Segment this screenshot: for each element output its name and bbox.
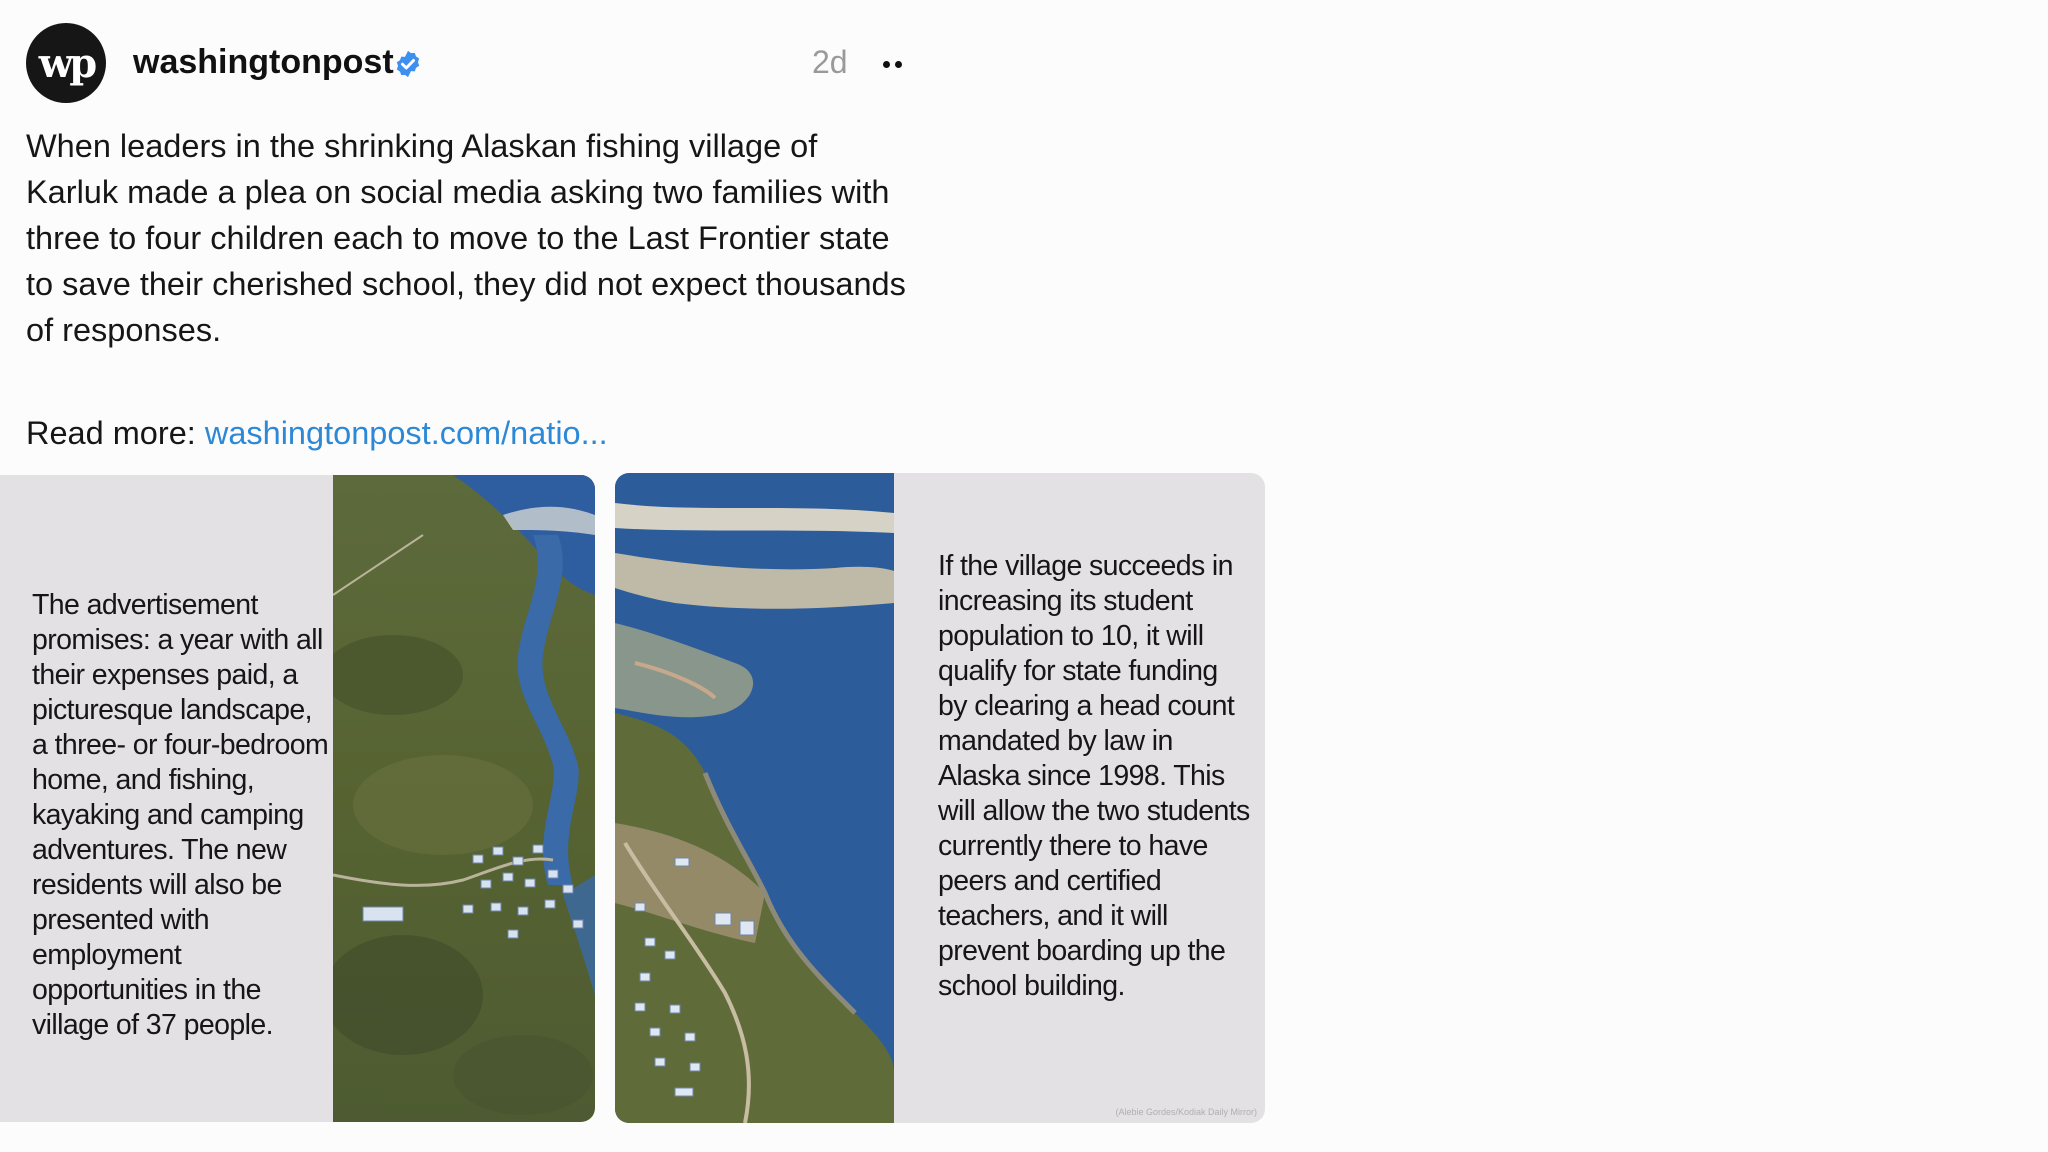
more-options-icon[interactable] [878, 50, 906, 78]
aerial-lagoon-photo [615, 473, 894, 1123]
verified-badge-icon [396, 50, 420, 78]
username[interactable]: washingtonpost [133, 42, 394, 82]
photo-credit: (Alebie Gordes/Kodiak Daily Mirror) [1115, 1107, 1257, 1117]
read-more-link[interactable]: washingtonpost.com/natio... [205, 415, 608, 451]
profile-avatar[interactable]: wp [26, 23, 106, 103]
carousel-slide-2[interactable]: If the village succeeds in increasing it… [615, 473, 1265, 1123]
post: wp washingtonpost 2d When leaders in the… [0, 0, 2048, 1152]
slide-text: If the village succeeds in increasing it… [938, 550, 1250, 1002]
post-caption: When leaders in the shrinking Alaskan fi… [26, 128, 906, 348]
dot [882, 60, 890, 68]
dot [894, 60, 902, 68]
aerial-village-photo [333, 475, 595, 1122]
avatar-logo-text: wp [38, 39, 97, 87]
read-more: Read more: washingtonpost.com/natio... [26, 410, 608, 456]
carousel-slide-1[interactable]: The advertisement promises: a year with … [0, 475, 595, 1122]
read-more-label: Read more: [26, 415, 196, 451]
post-timestamp: 2d [812, 44, 848, 80]
slide-text: The advertisement promises: a year with … [32, 589, 329, 1041]
